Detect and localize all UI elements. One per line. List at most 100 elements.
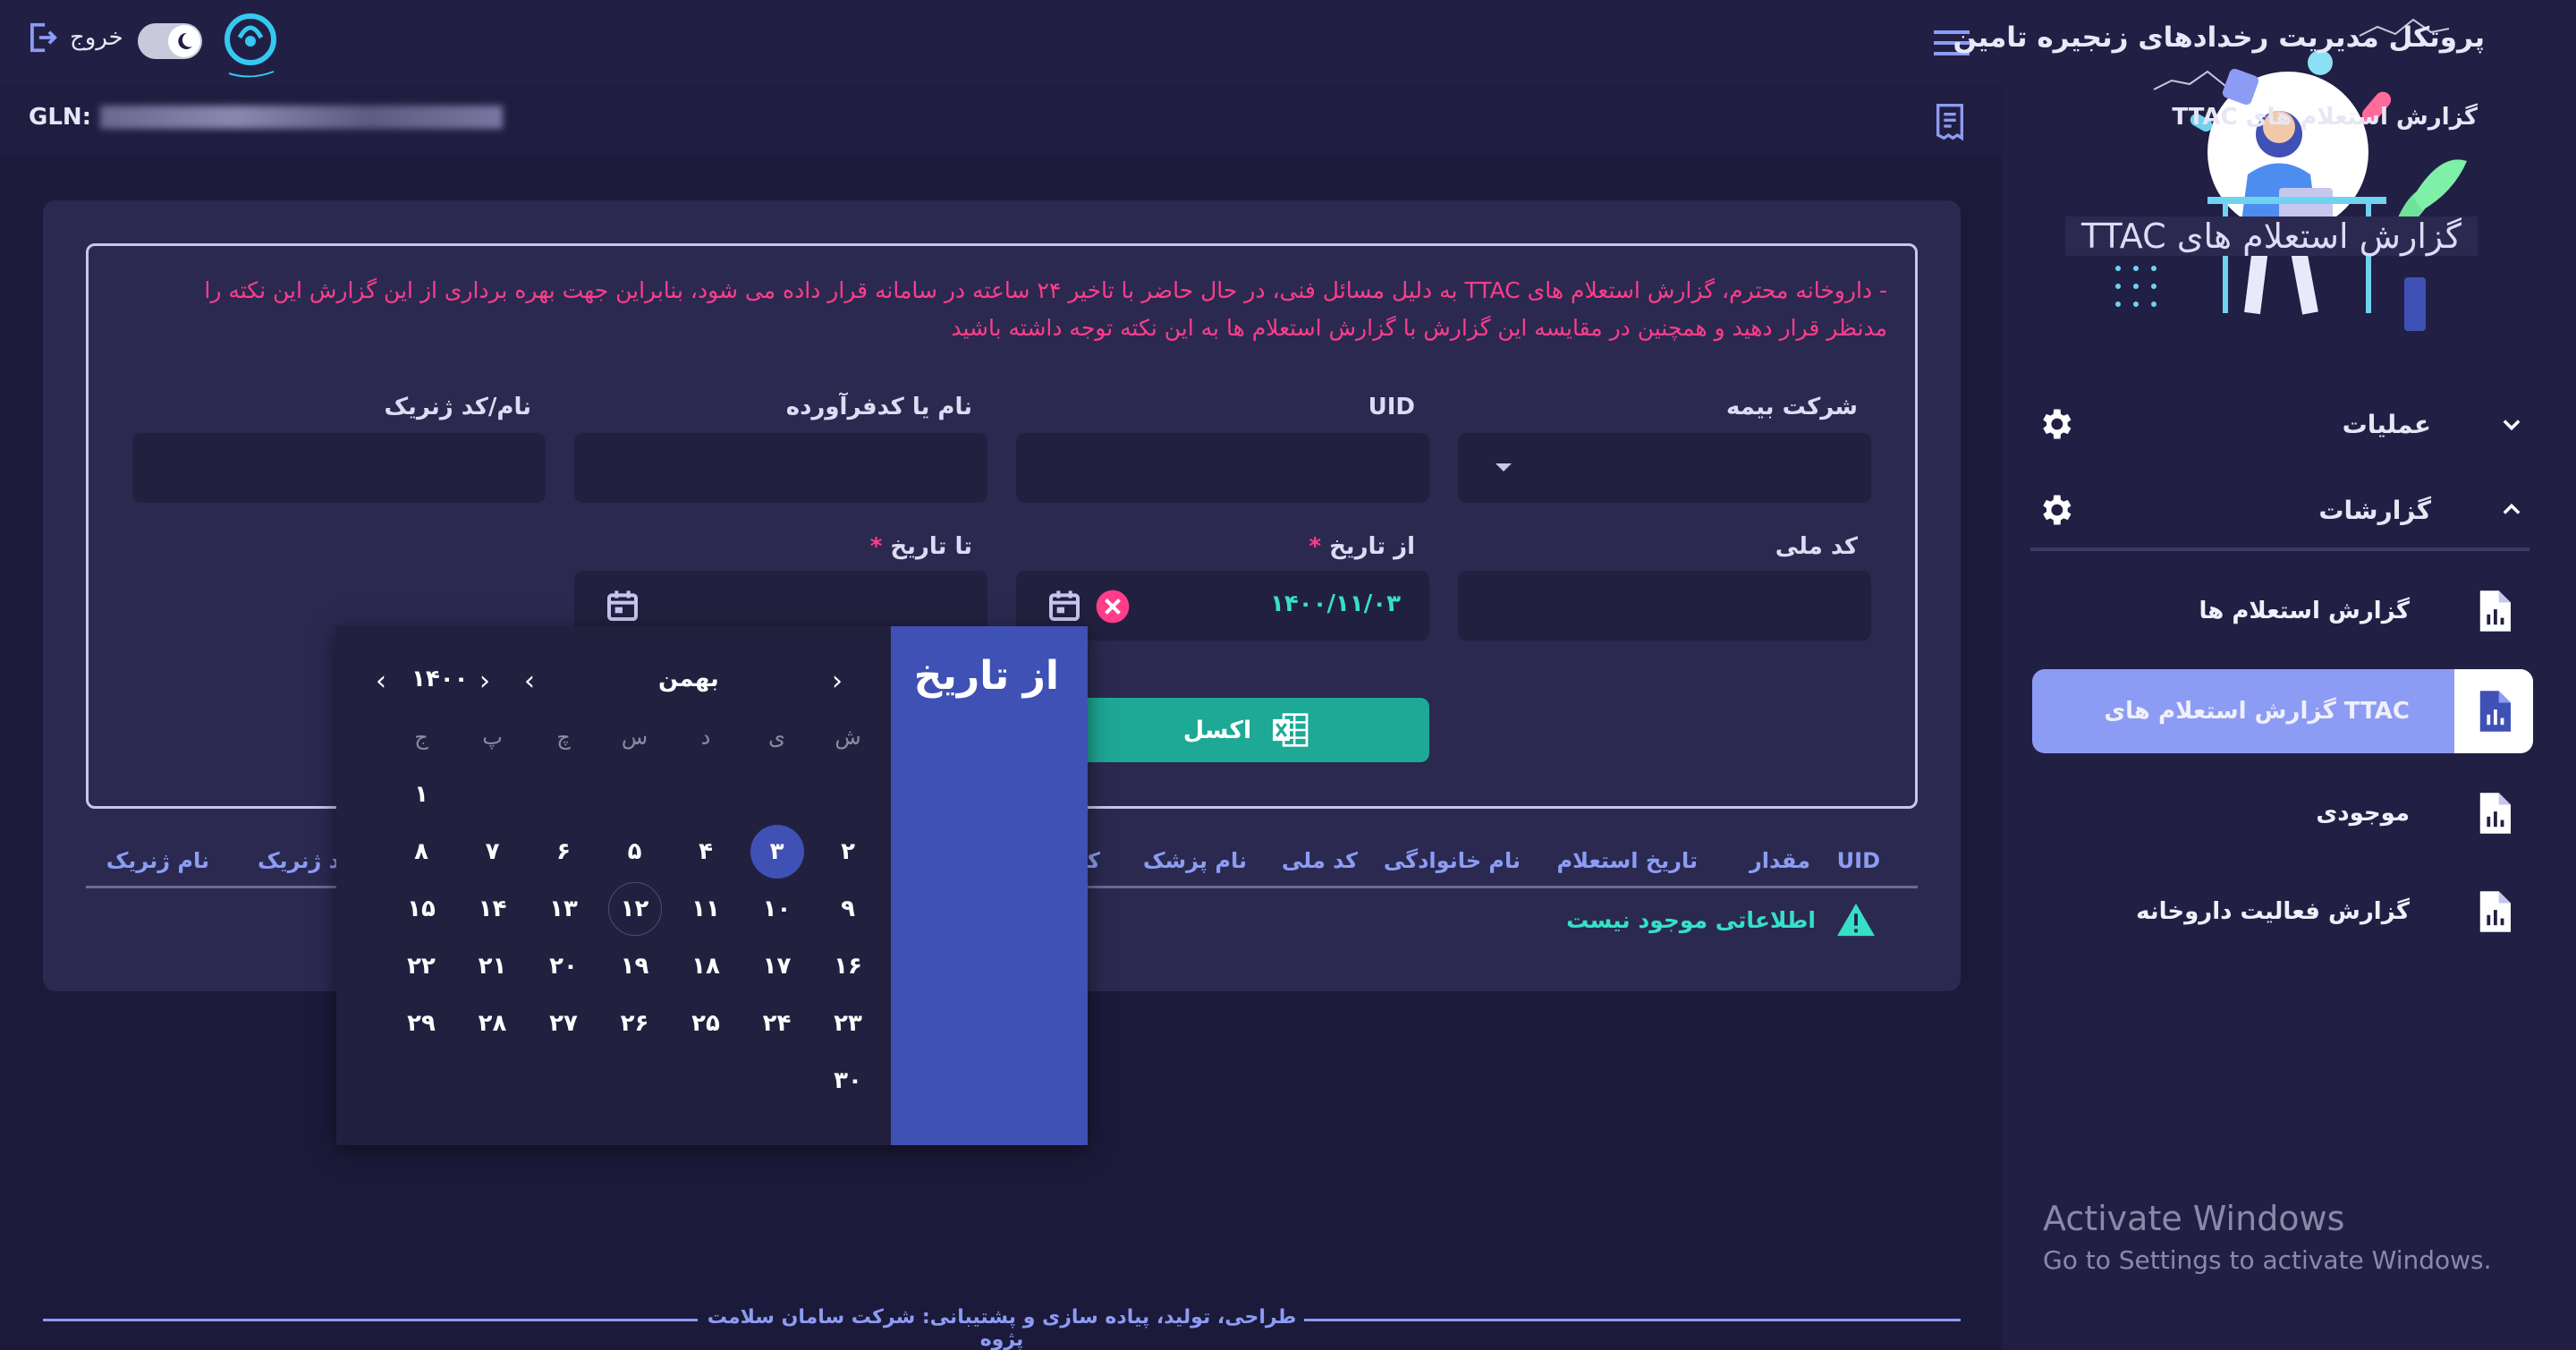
watermark-subtitle: Go to Settings to activate Windows. (2043, 1245, 2492, 1275)
empty-table-message: اطلاعاتی موجود نیست (1566, 902, 1877, 938)
theme-toggle[interactable] (138, 23, 202, 59)
sidebar: عملیات گزارشات گزارش استعلام ها گزارش اس… (2002, 0, 2576, 1350)
sidebar-section-operations[interactable]: عملیات (2029, 388, 2529, 460)
generic-input[interactable] (132, 433, 546, 503)
watermark-title: Activate Windows (2043, 1199, 2345, 1238)
page-title: گزارش استعلام های TTAC (2172, 104, 2478, 131)
logout-label: خروج (70, 24, 123, 51)
weekday-label: چ (556, 725, 571, 750)
sidebar-item-inquiry-report[interactable]: گزارش استعلام ها (2032, 569, 2533, 653)
calendar-day[interactable]: ۲۰ (537, 939, 590, 993)
calendar-day[interactable]: ۱۹ (608, 939, 662, 993)
sidebar-section-label: گزارشات (2318, 495, 2431, 525)
uid-input[interactable] (1016, 433, 1429, 503)
report-doc-icon (2454, 870, 2533, 954)
calendar-day[interactable]: ۲۱ (466, 939, 520, 993)
calendar-day[interactable]: ۲۸ (466, 997, 520, 1050)
calendar-icon[interactable] (1046, 587, 1082, 624)
sidebar-item-pharmacy-activity[interactable]: گزارش فعالیت داروخانه (2032, 870, 2533, 954)
date-picker-title: از تاریخ (913, 653, 1059, 699)
sidebar-section-reports[interactable]: گزارشات (2029, 474, 2529, 546)
calendar-day[interactable]: ۱۲ (607, 882, 662, 936)
logout-button[interactable]: خروج (25, 20, 123, 55)
calendar-day[interactable]: ۲۵ (679, 997, 733, 1050)
brand-logo (225, 13, 276, 78)
calendar-day[interactable]: ۳ (750, 825, 804, 879)
calendar-day[interactable]: ۷ (466, 825, 520, 879)
windows-activation-watermark: Activate Windows Go to Settings to activ… (2043, 1199, 2492, 1275)
calendar-day[interactable]: ۲۲ (394, 939, 448, 993)
calendar-day[interactable]: ۱۳ (537, 882, 590, 936)
calendar-icon[interactable] (605, 587, 640, 624)
calendar-day[interactable]: ۱۴ (466, 882, 520, 936)
sidebar-item-label: گزارش استعلام های TTAC (2104, 698, 2410, 725)
chevron-down-icon (2494, 406, 2529, 442)
calendar-day[interactable]: ۱ (394, 768, 448, 821)
report-doc-icon (2454, 569, 2533, 653)
weekday-label: پ (482, 725, 503, 750)
clear-icon[interactable] (1095, 589, 1131, 624)
prev-year-button[interactable]: ‹ (376, 666, 386, 697)
calendar-day[interactable]: ۲۹ (394, 997, 448, 1050)
calendar-day[interactable]: ۱۸ (679, 939, 733, 993)
calendar-day[interactable]: ۶ (537, 825, 590, 879)
report-doc-icon (2454, 669, 2533, 753)
sidebar-item-inventory[interactable]: موجودی (2032, 771, 2533, 855)
chevron-up-icon (2494, 492, 2529, 528)
calendar-day[interactable]: ۹ (821, 882, 875, 936)
next-month-button[interactable]: › (832, 666, 843, 697)
gear-icon (2029, 397, 2082, 451)
col-doctor-name: نام پزشک (1142, 848, 1247, 873)
empty-message-text: اطلاعاتی موجود نیست (1566, 906, 1816, 933)
calendar-day[interactable]: ۴ (679, 825, 733, 879)
uid-label: UID (1368, 394, 1415, 420)
receipt-icon (1936, 104, 1963, 141)
dropdown-arrow-icon (1496, 463, 1512, 471)
calendar-day[interactable]: ۱۷ (750, 939, 804, 993)
weekday-label: س (621, 725, 648, 750)
fieldset-legend: گزارش استعلام های TTAC (2064, 217, 2478, 256)
report-doc-icon (2454, 771, 2533, 855)
col-last-name: نام خانوادگی (1383, 848, 1521, 873)
prev-month-button[interactable]: ‹ (524, 666, 535, 697)
weekday-label: د (700, 725, 711, 750)
sidebar-item-ttac-report[interactable]: گزارش استعلام های TTAC (2032, 669, 2533, 753)
sidebar-item-label: گزارش استعلام ها (2199, 598, 2410, 624)
warning-icon (1837, 903, 1875, 937)
to-date-label: تا تاریخ * (869, 533, 972, 560)
weekday-label: ی (768, 725, 785, 750)
calendar-day[interactable]: ۳۰ (821, 1054, 875, 1108)
calendar-day[interactable]: ۲۶ (608, 997, 662, 1050)
from-date-label: از تاریخ * (1309, 533, 1415, 560)
insurance-select[interactable] (1458, 433, 1871, 503)
excel-label: اکسل (1182, 716, 1252, 744)
calendar-day[interactable]: ۲۷ (537, 997, 590, 1050)
gln-display: GLN: (29, 104, 504, 131)
product-input[interactable] (574, 433, 987, 503)
calendar-day[interactable]: ۲۳ (821, 997, 875, 1050)
excel-export-button[interactable]: اکسل (1063, 698, 1429, 762)
next-year-button[interactable]: › (479, 666, 490, 697)
calendar-day[interactable]: ۱۵ (394, 882, 448, 936)
calendar-day[interactable]: ۱۶ (821, 939, 875, 993)
footer-credit: طراحی، تولید، پیاده سازی و پشتیبانی: شرک… (707, 1306, 1297, 1350)
calendar-day[interactable]: ۱۰ (750, 882, 804, 936)
calendar-day[interactable]: ۱۱ (679, 882, 733, 936)
month-label: بهمن (658, 666, 719, 692)
calendar-day[interactable]: ۲ (821, 825, 875, 879)
national-code-label: کد ملی (1775, 533, 1858, 560)
calendar-day[interactable]: ۵ (608, 825, 662, 879)
col-quantity: مقدار (1749, 848, 1810, 873)
sidebar-item-label: گزارش فعالیت داروخانه (2136, 898, 2410, 925)
col-uid: UID (1836, 848, 1880, 873)
col-generic-name: نام ژنریک (106, 848, 209, 873)
national-code-input[interactable] (1458, 571, 1871, 641)
sidebar-section-label: عملیات (2342, 409, 2431, 439)
from-date-value: ۱۴۰۰/۱۱/۰۳ (1270, 590, 1401, 617)
moon-icon (168, 25, 200, 57)
weekday-label: ش (835, 725, 861, 750)
calendar-day[interactable]: ۸ (394, 825, 448, 879)
col-inquiry-date: تاریخ استعلام (1556, 848, 1699, 873)
calendar-day[interactable]: ۲۴ (750, 997, 804, 1050)
gln-value-redacted (100, 106, 504, 129)
